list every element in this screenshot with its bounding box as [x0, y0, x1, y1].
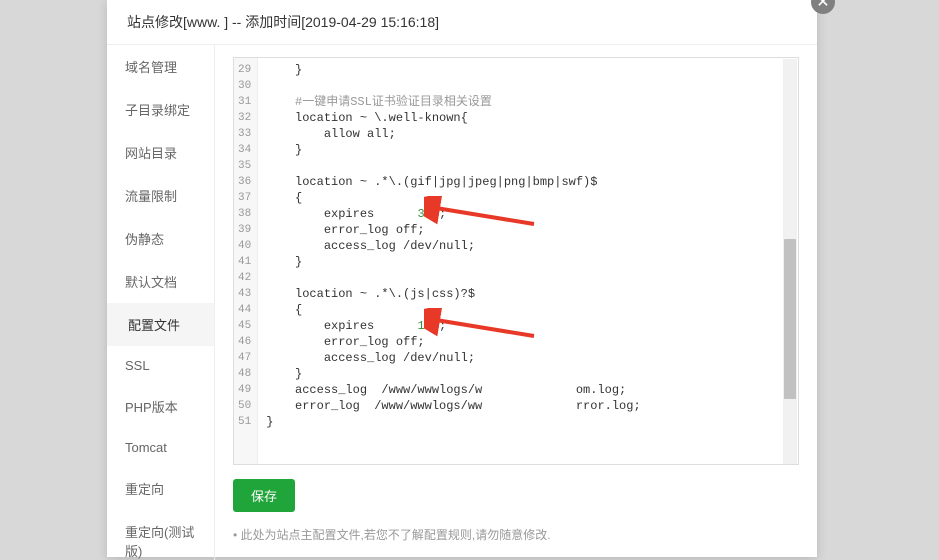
sidebar-item-ssl[interactable]: SSL [107, 346, 214, 385]
config-note: 此处为站点主配置文件,若您不了解配置规则,请勿随意修改. [233, 526, 799, 543]
sidebar: 域名管理 子目录绑定 网站目录 流量限制 伪静态 默认文档 配置文件 SSL P… [107, 45, 215, 560]
site-edit-modal: ✕ 站点修改[www. ] -- 添加时间[2019-04-29 15:16:1… [107, 0, 817, 557]
modal-content: 域名管理 子目录绑定 网站目录 流量限制 伪静态 默认文档 配置文件 SSL P… [107, 45, 817, 560]
sidebar-item-rewrite[interactable]: 伪静态 [107, 217, 214, 260]
sidebar-item-subdir[interactable]: 子目录绑定 [107, 88, 214, 131]
sidebar-item-webdir[interactable]: 网站目录 [107, 131, 214, 174]
editor-code[interactable]: } #一键申请SSL证书验证目录相关设置 location ~ \.well-k… [258, 58, 798, 464]
config-editor[interactable]: 2930313233343536373839404142434445464748… [233, 57, 799, 465]
sidebar-item-domain[interactable]: 域名管理 [107, 45, 214, 88]
sidebar-item-default-doc[interactable]: 默认文档 [107, 260, 214, 303]
blur-mask [655, 423, 715, 436]
sidebar-item-tomcat[interactable]: Tomcat [107, 428, 214, 467]
save-button[interactable]: 保存 [233, 479, 295, 512]
sidebar-item-traffic[interactable]: 流量限制 [107, 174, 214, 217]
sidebar-item-config[interactable]: 配置文件 [107, 303, 214, 346]
modal-title: 站点修改[www. ] -- 添加时间[2019-04-29 15:16:18] [107, 0, 817, 45]
scrollbar-vertical[interactable] [783, 59, 797, 465]
sidebar-item-redirect[interactable]: 重定向 [107, 467, 214, 510]
sidebar-item-redirect-beta[interactable]: 重定向(测试版) [107, 510, 214, 560]
scrollbar-thumb[interactable] [784, 239, 796, 399]
main-panel: 2930313233343536373839404142434445464748… [215, 45, 817, 560]
blur-mask [703, 439, 748, 452]
editor-gutter: 2930313233343536373839404142434445464748… [234, 58, 258, 464]
sidebar-item-php[interactable]: PHP版本 [107, 385, 214, 428]
